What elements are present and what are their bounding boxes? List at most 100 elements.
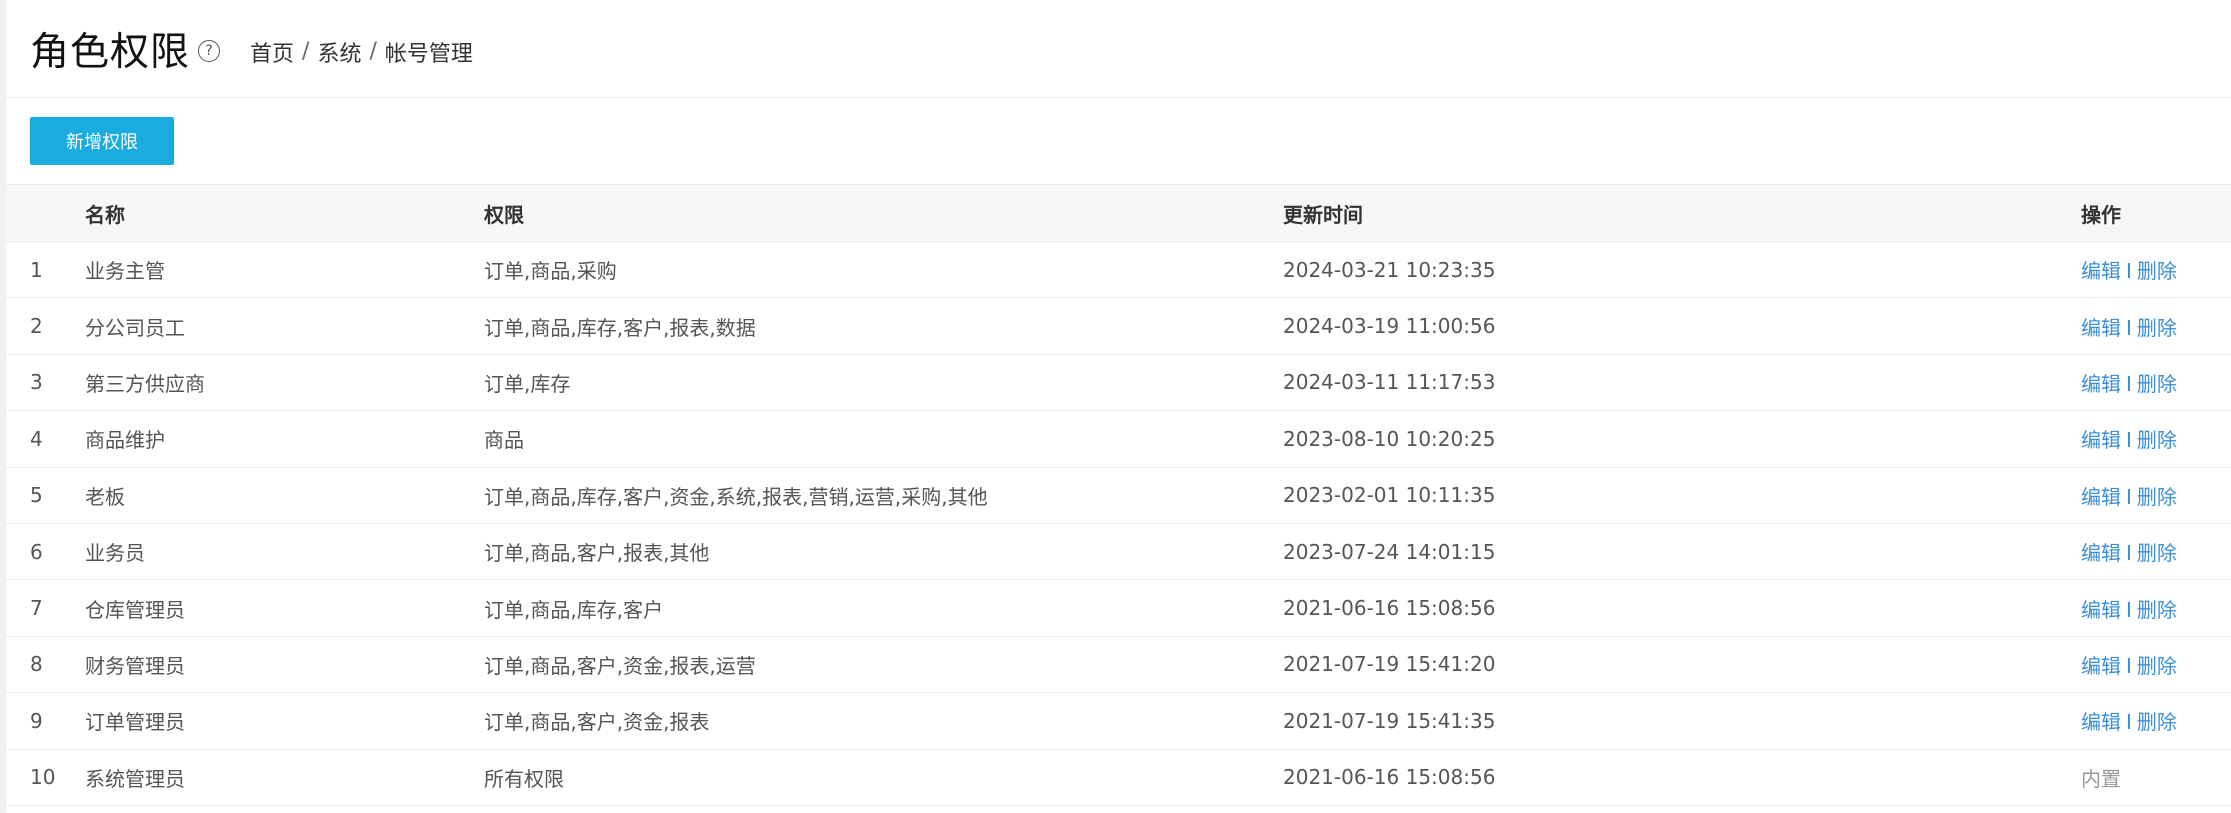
column-header-name[interactable]: 名称 [85,185,484,242]
table-row: 6 业务员 订单,商品,客户,报表,其他 2023-07-24 14:01:15 编辑 I… [6,523,2231,580]
delete-link[interactable]: 删除 [2137,654,2177,678]
breadcrumb-home[interactable]: 首页 [250,36,294,68]
action-separator: I [2126,371,2132,396]
updated-time: 2024-03-19 11:00:56 [1283,314,1496,339]
role-name: 分公司员工 [85,315,185,340]
action-separator: I [2126,710,2132,735]
role-permissions: 订单,商品,库存,客户,资金,系统,报表,营销,运营,采购,其他 [484,484,988,509]
toolbar: 新增权限 [6,98,2231,184]
updated-time: 2024-03-21 10:23:35 [1283,257,1496,282]
role-name: 财务管理员 [85,653,185,678]
delete-link[interactable]: 删除 [2137,485,2177,509]
action-separator: I [2126,541,2132,566]
row-actions: 编辑 I 删除 [2081,580,2231,636]
role-permissions: 订单,商品,客户,报表,其他 [484,541,710,566]
breadcrumb-system[interactable]: 系统 [317,36,361,68]
row-actions: 编辑 I 删除 [2081,693,2231,749]
table-row: 10 系统管理员 所有权限 2021-06-16 15:08:56 内置 [6,749,2231,806]
table-row: 9 订单管理员 订单,商品,客户,资金,报表 2021-07-19 15:41:35 编… [6,693,2231,750]
page: 角色权限 ? 首页 / 系统 / 帐号管理 新增权限 名称 权限 更新时间 操作… [6,0,2231,813]
column-header-actions: 操作 [2081,202,2121,227]
delete-link[interactable]: 删除 [2137,710,2177,734]
row-index: 2 [30,314,43,339]
updated-time: 2023-08-10 10:20:25 [1283,426,1496,451]
table-row: 3 第三方供应商 订单,库存 2024-03-11 11:17:53 编辑 I 删除 [6,354,2231,411]
edit-link[interactable]: 编辑 [2081,710,2121,734]
updated-time: 2021-06-16 15:08:56 [1283,765,1496,790]
role-permissions: 订单,商品,库存,客户 [484,597,664,622]
updated-time: 2024-03-11 11:17:53 [1283,370,1496,395]
edit-link[interactable]: 编辑 [2081,654,2121,678]
role-name: 系统管理员 [85,766,185,791]
breadcrumb-separator: / [369,39,377,64]
row-index: 1 [30,257,43,282]
edit-link[interactable]: 编辑 [2081,598,2121,622]
edit-link[interactable]: 编辑 [2081,372,2121,396]
breadcrumb: 首页 / 系统 / 帐号管理 [250,36,473,68]
row-actions: 编辑 I 删除 [2081,411,2231,467]
role-name: 第三方供应商 [85,371,205,396]
row-actions: 编辑 I 删除 [2081,354,2231,410]
action-separator: I [2126,597,2132,622]
role-permissions: 订单,库存 [484,371,571,396]
action-separator: I [2126,315,2132,340]
add-permission-button[interactable]: 新增权限 [30,117,174,165]
table-row: 5 老板 订单,商品,库存,客户,资金,系统,报表,营销,运营,采购,其他 2023-… [6,467,2231,524]
role-permissions: 订单,商品,客户,资金,报表 [484,710,710,735]
column-header-permissions[interactable]: 权限 [484,185,1283,242]
table-row: 2 分公司员工 订单,商品,库存,客户,报表,数据 2024-03-19 11:00:… [6,298,2231,355]
roles-table: 名称 权限 更新时间 操作 1 业务主管 订单,商品,采购 2024-03-21 10… [6,184,2231,806]
role-name: 订单管理员 [85,710,185,735]
row-index: 4 [30,426,43,451]
table-row: 4 商品维护 商品 2023-08-10 10:20:25 编辑 I 删除 [6,411,2231,468]
table-row: 1 业务主管 订单,商品,采购 2024-03-21 10:23:35 编辑 I 删除 [6,242,2231,298]
role-name: 商品维护 [85,428,165,453]
role-permissions: 订单,商品,库存,客户,报表,数据 [484,315,756,340]
row-actions: 编辑 I 删除 [2081,467,2231,523]
edit-link[interactable]: 编辑 [2081,428,2121,452]
column-header-updated-time[interactable]: 更新时间 [1283,185,2081,242]
updated-time: 2023-07-24 14:01:15 [1283,539,1496,564]
edit-link[interactable]: 编辑 [2081,316,2121,340]
delete-link[interactable]: 删除 [2137,316,2177,340]
updated-time: 2023-02-01 10:11:35 [1283,483,1496,508]
row-index: 8 [30,652,43,677]
row-actions: 编辑 I 删除 [2081,242,2231,298]
delete-link[interactable]: 删除 [2137,259,2177,283]
updated-time: 2021-07-19 15:41:35 [1283,708,1496,733]
page-header: 角色权限 ? 首页 / 系统 / 帐号管理 [6,0,2231,98]
row-index: 6 [30,539,43,564]
row-index: 7 [30,596,43,621]
delete-link[interactable]: 删除 [2137,372,2177,396]
row-index: 9 [30,708,43,733]
breadcrumb-separator: / [302,39,310,64]
row-actions: 编辑 I 删除 [2081,298,2231,354]
breadcrumb-account-management[interactable]: 帐号管理 [385,36,473,68]
edit-link[interactable]: 编辑 [2081,541,2121,565]
table-header-row: 名称 权限 更新时间 操作 [6,184,2231,242]
updated-time: 2021-06-16 15:08:56 [1283,596,1496,621]
action-separator: I [2126,428,2132,453]
row-actions: 编辑 I 删除 [2081,523,2231,579]
question-circle-icon[interactable]: ? [198,39,221,62]
delete-link[interactable]: 删除 [2137,541,2177,565]
edit-link[interactable]: 编辑 [2081,259,2121,283]
role-name: 业务员 [85,541,145,566]
role-permissions: 商品 [484,428,524,453]
edit-link[interactable]: 编辑 [2081,485,2121,509]
role-permissions: 订单,商品,采购 [484,259,617,284]
delete-link[interactable]: 删除 [2137,428,2177,452]
row-actions: 编辑 I 删除 [2081,636,2231,692]
action-separator: I [2126,484,2132,509]
action-separator: I [2126,653,2132,678]
updated-time: 2021-07-19 15:41:20 [1283,652,1496,677]
row-index: 3 [30,370,43,395]
role-permissions: 订单,商品,客户,资金,报表,运营 [484,653,756,678]
delete-link[interactable]: 删除 [2137,598,2177,622]
table-row: 7 仓库管理员 订单,商品,库存,客户 2021-06-16 15:08:56 编辑 I 删… [6,580,2231,637]
row-actions: 内置 [2081,749,2231,805]
table-row: 8 财务管理员 订单,商品,客户,资金,报表,运营 2021-07-19 15:41:… [6,636,2231,693]
role-name: 仓库管理员 [85,597,185,622]
page-title: 角色权限 [30,29,191,75]
builtin-label: 内置 [2081,766,2121,791]
